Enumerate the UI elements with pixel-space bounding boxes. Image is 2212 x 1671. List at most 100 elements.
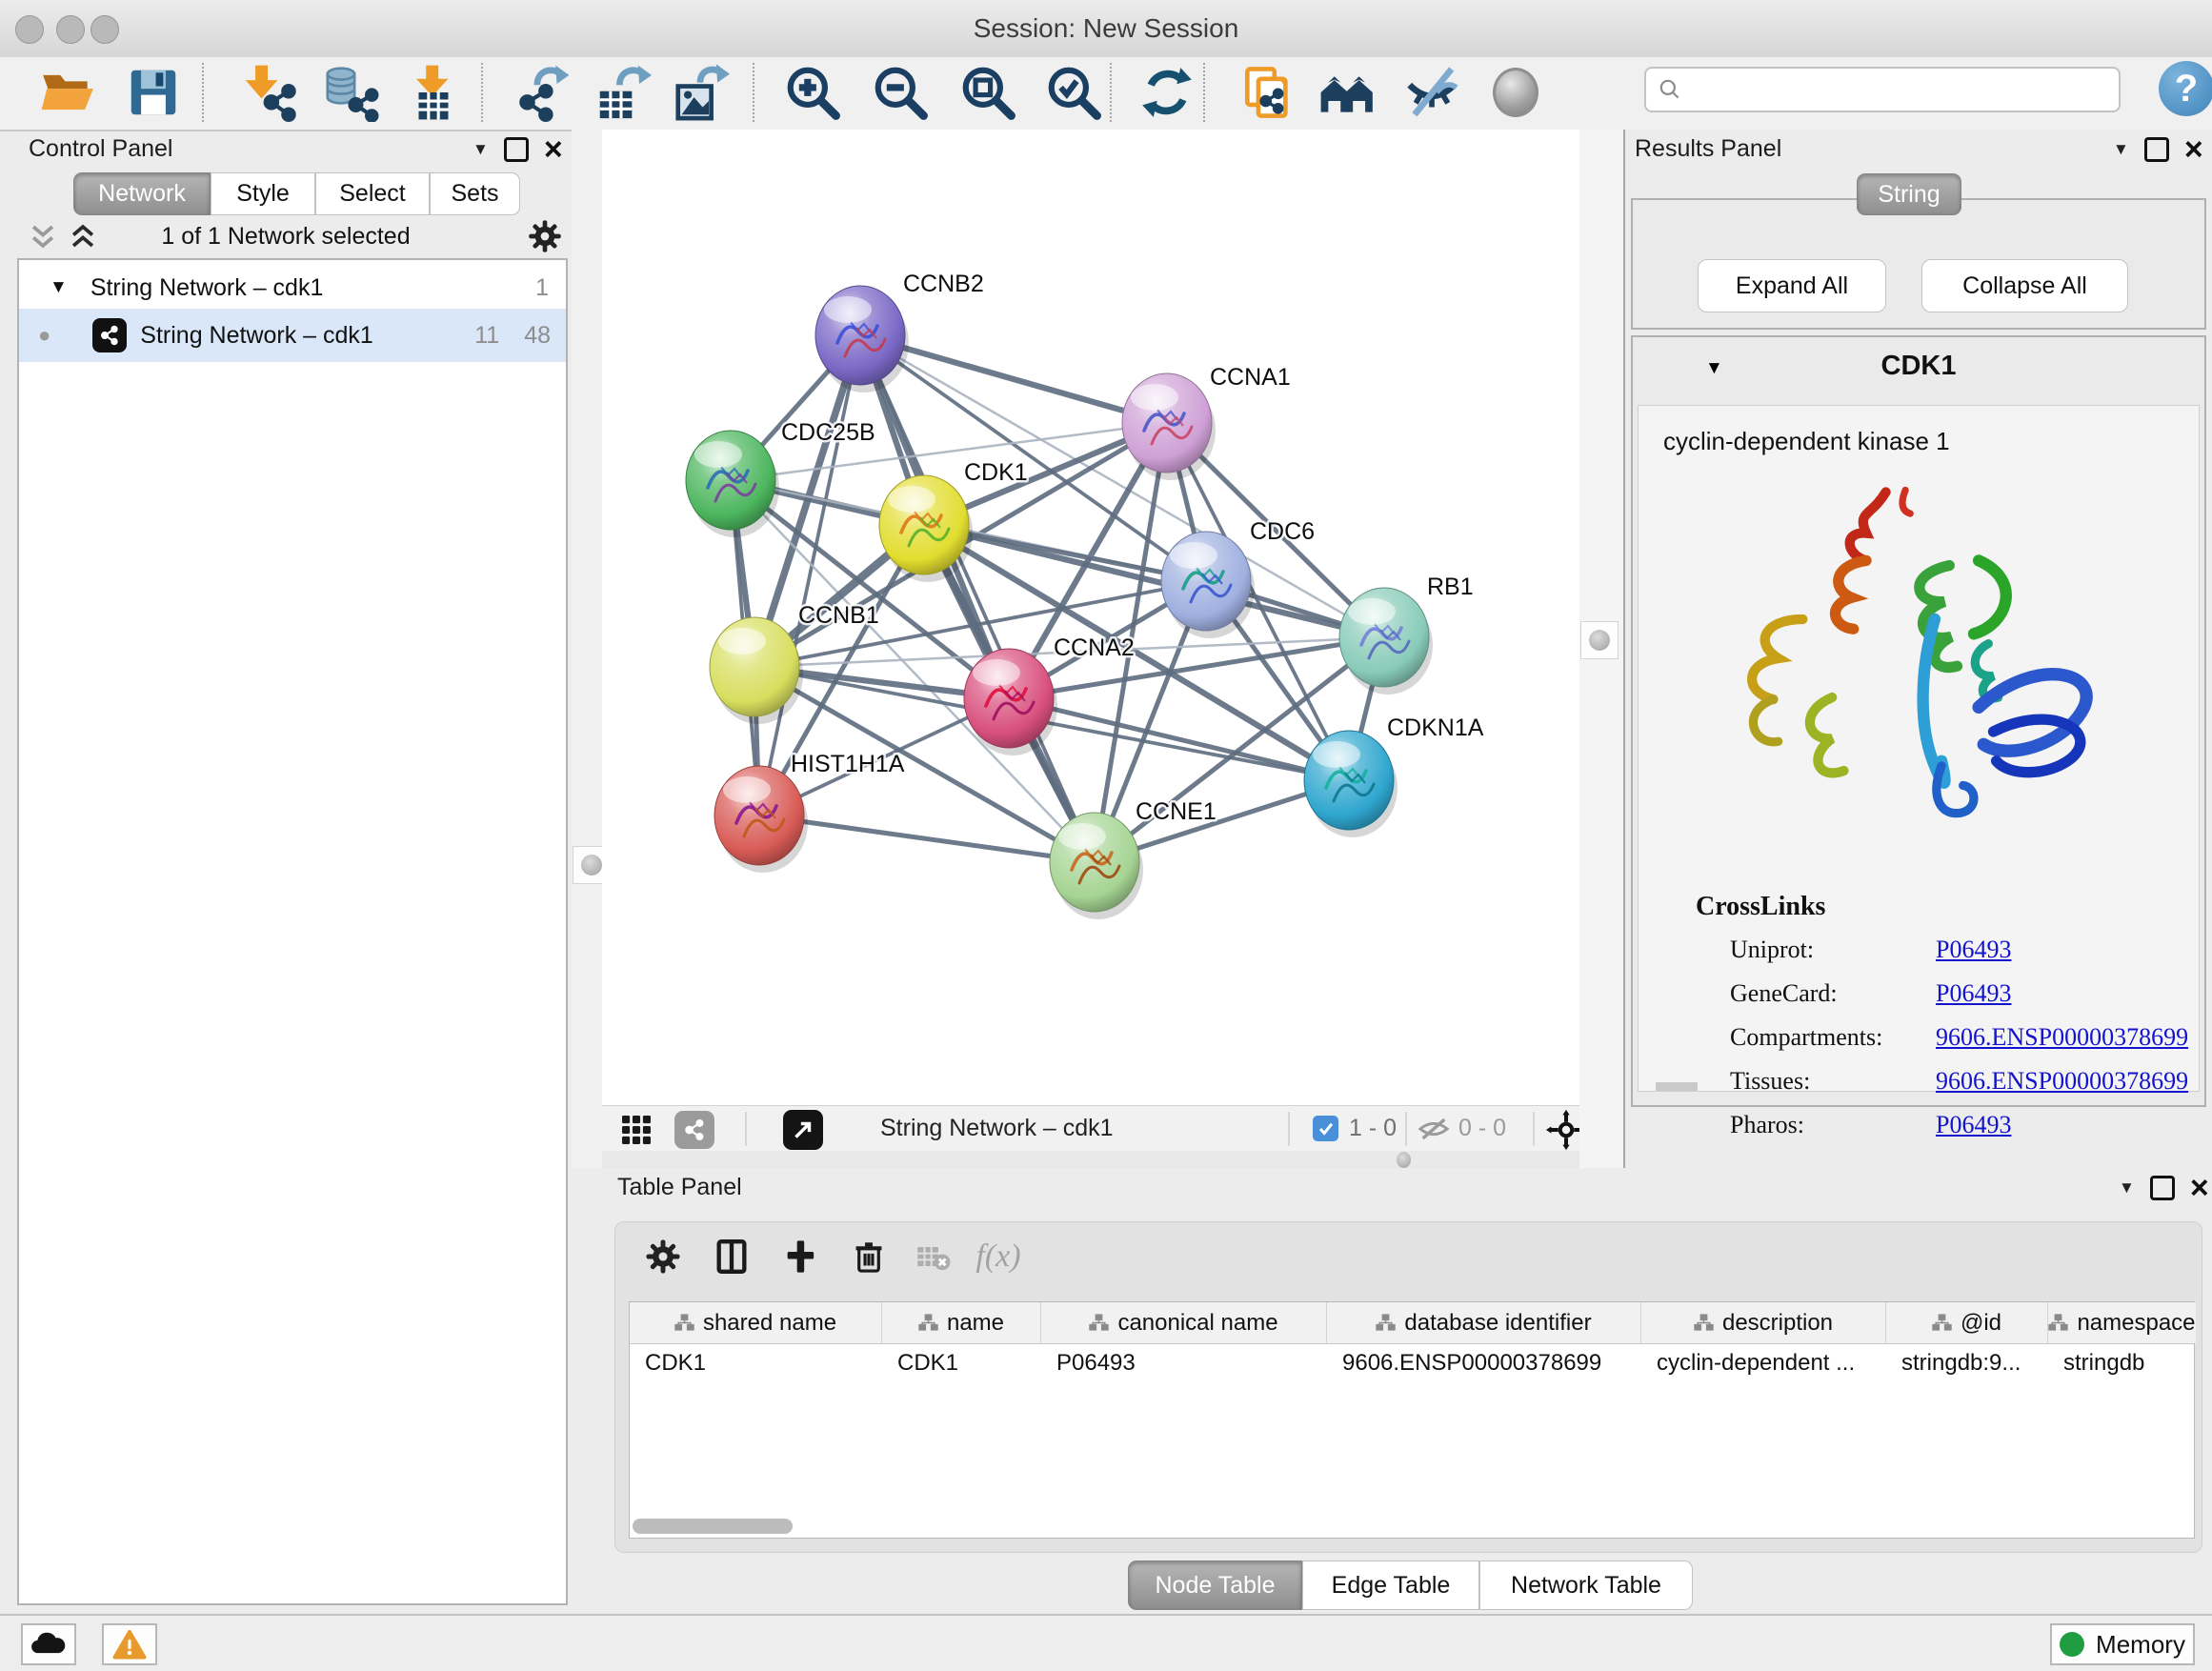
network-tree: ▼ String Network – cdk1 1 ● String Netwo…: [17, 258, 568, 1605]
crosslink-pharos-link[interactable]: P06493: [1936, 1111, 2011, 1139]
import-network-file-icon[interactable]: [234, 59, 301, 126]
results-panel-float-icon[interactable]: [2144, 137, 2169, 162]
viewbar-separator: [1533, 1112, 1535, 1146]
table-cell[interactable]: P06493: [1041, 1343, 1327, 1383]
crosslink-genecard-link[interactable]: P06493: [1936, 979, 2011, 1008]
horizontal-splitter-handle[interactable]: [1397, 1152, 1411, 1168]
control-panel-menu-icon[interactable]: ▼: [473, 140, 489, 159]
column-header-name[interactable]: name: [882, 1302, 1041, 1343]
horizontal-splitter[interactable]: [602, 1151, 1583, 1168]
column-header-id[interactable]: @id: [1886, 1302, 2048, 1343]
application-window: Session: New Session: [0, 0, 2212, 1671]
viewbar-separator: [1288, 1112, 1290, 1146]
column-header-canonical-name[interactable]: canonical name: [1041, 1302, 1327, 1343]
help-button[interactable]: ?: [2159, 61, 2212, 116]
results-panel-close-icon[interactable]: ×: [2184, 140, 2203, 159]
create-column-icon[interactable]: [774, 1232, 827, 1281]
memory-button[interactable]: Memory: [2050, 1623, 2195, 1665]
control-panel: Control Panel ▼ × Network Style Select S…: [0, 130, 572, 1614]
table-cell[interactable]: stringdb: [2048, 1343, 2196, 1383]
search-input[interactable]: [1682, 75, 2119, 104]
network-label: String Network – cdk1: [140, 322, 373, 350]
network-selection-summary: 1 of 1 Network selected: [0, 223, 572, 251]
column-icon: [1376, 1314, 1396, 1332]
tab-edge-table[interactable]: Edge Table: [1302, 1560, 1479, 1610]
open-session-icon[interactable]: [34, 59, 101, 126]
export-table-icon[interactable]: [589, 59, 655, 126]
export-image-icon[interactable]: [667, 59, 734, 126]
zoom-selected-icon[interactable]: [1040, 59, 1107, 126]
collection-expander-icon[interactable]: ▼: [50, 277, 68, 298]
show-columns-icon[interactable]: [705, 1232, 758, 1281]
crosslink-uniprot-link[interactable]: P06493: [1936, 936, 2011, 964]
zoom-out-icon[interactable]: [867, 59, 934, 126]
network-collection-row[interactable]: ▼ String Network – cdk1 1: [19, 271, 566, 305]
expand-all-button[interactable]: Expand All: [1698, 259, 1886, 312]
delete-column-icon[interactable]: [842, 1232, 895, 1281]
tab-network-table[interactable]: Network Table: [1479, 1560, 1693, 1610]
preview-sphere-icon[interactable]: [1482, 59, 1549, 126]
node-label-CCNB2: CCNB2: [903, 271, 984, 297]
table-hscrollbar-thumb[interactable]: [633, 1519, 793, 1534]
zoom-in-icon[interactable]: [779, 59, 846, 126]
column-header-database-identifier[interactable]: database identifier: [1327, 1302, 1641, 1343]
control-panel-float-icon[interactable]: [504, 137, 529, 162]
show-hide-graphics-icon[interactable]: [1398, 59, 1465, 126]
network-row-selected[interactable]: ● String Network – cdk1 11 48: [19, 309, 566, 362]
export-network-icon[interactable]: [509, 59, 575, 126]
warnings-button[interactable]: [102, 1623, 157, 1665]
middle-splitter-handle[interactable]: [1580, 621, 1619, 659]
gene-section-box: ▼ CDK1 cyclin-dependent kinase 1: [1631, 335, 2206, 1107]
tab-node-table[interactable]: Node Table: [1128, 1560, 1302, 1610]
clone-network-icon[interactable]: [1234, 59, 1300, 126]
table-panel-menu-icon[interactable]: ▼: [2119, 1178, 2135, 1198]
table-options-gear-icon[interactable]: [636, 1232, 690, 1281]
tab-string[interactable]: String: [1857, 173, 1961, 215]
cloud-status-button[interactable]: [21, 1623, 76, 1665]
table-cell[interactable]: stringdb:9...: [1886, 1343, 2048, 1383]
tab-network[interactable]: Network: [73, 172, 211, 215]
left-splitter[interactable]: [572, 130, 602, 1168]
import-network-database-icon[interactable]: [316, 59, 383, 126]
import-table-file-icon[interactable]: [400, 59, 467, 126]
column-icon: [2048, 1314, 2068, 1332]
toolbar-search-field[interactable]: [1644, 67, 2121, 112]
zoom-fit-icon[interactable]: [955, 59, 1021, 126]
detach-view-icon[interactable]: [783, 1110, 823, 1150]
table-cell[interactable]: CDK1: [882, 1343, 1041, 1383]
tab-select[interactable]: Select: [315, 172, 430, 215]
network-view-icon[interactable]: [674, 1111, 714, 1149]
grid-view-icon[interactable]: [619, 1113, 654, 1152]
crosslink-tissues-link[interactable]: 9606.ENSP00000378699: [1936, 1067, 2188, 1096]
table-panel-float-icon[interactable]: [2150, 1176, 2175, 1200]
window-title: Session: New Session: [0, 13, 2212, 44]
refresh-icon[interactable]: [1134, 59, 1200, 126]
network-view-toolbar: String Network – cdk1 1 - 0 0 - 0: [602, 1105, 1583, 1152]
column-header-namespace[interactable]: namespace: [2048, 1302, 2196, 1343]
column-header-description[interactable]: description: [1641, 1302, 1886, 1343]
table-cell[interactable]: cyclin-dependent ...: [1641, 1343, 1886, 1383]
table-cell[interactable]: CDK1: [630, 1343, 882, 1383]
control-panel-close-icon[interactable]: ×: [544, 140, 563, 159]
crosslink-compartments-link[interactable]: 9606.ENSP00000378699: [1936, 1023, 2188, 1052]
results-panel-menu-icon[interactable]: ▼: [2113, 140, 2129, 159]
first-neighbors-icon[interactable]: [1315, 59, 1381, 126]
save-session-icon[interactable]: [120, 59, 187, 126]
network-options-gear-icon[interactable]: [526, 217, 564, 260]
column-header-shared-name[interactable]: shared name: [630, 1302, 882, 1343]
view-network-name: String Network – cdk1: [880, 1115, 1114, 1142]
results-scrollbar-thumb[interactable]: [1656, 1082, 1698, 1091]
title-bar: Session: New Session: [0, 0, 2212, 58]
toolbar-separator: [1203, 63, 1205, 122]
selected-checkbox-icon[interactable]: [1313, 1116, 1338, 1141]
collapse-all-button[interactable]: Collapse All: [1921, 259, 2128, 312]
delete-table-icon: [907, 1232, 960, 1281]
tab-style[interactable]: Style: [211, 172, 315, 215]
toolbar-separator: [202, 63, 204, 122]
tab-sets[interactable]: Sets: [430, 172, 520, 215]
table-cell[interactable]: 9606.ENSP00000378699: [1327, 1343, 1641, 1383]
network-status-dot-icon: ●: [38, 323, 50, 348]
network-canvas[interactable]: CCNB2CCNA1CDC25BCDK1CDC6RB1CCNB1CCNA2CDK…: [602, 130, 1583, 1105]
column-icon: [918, 1314, 938, 1332]
table-panel-close-icon[interactable]: ×: [2190, 1178, 2209, 1198]
